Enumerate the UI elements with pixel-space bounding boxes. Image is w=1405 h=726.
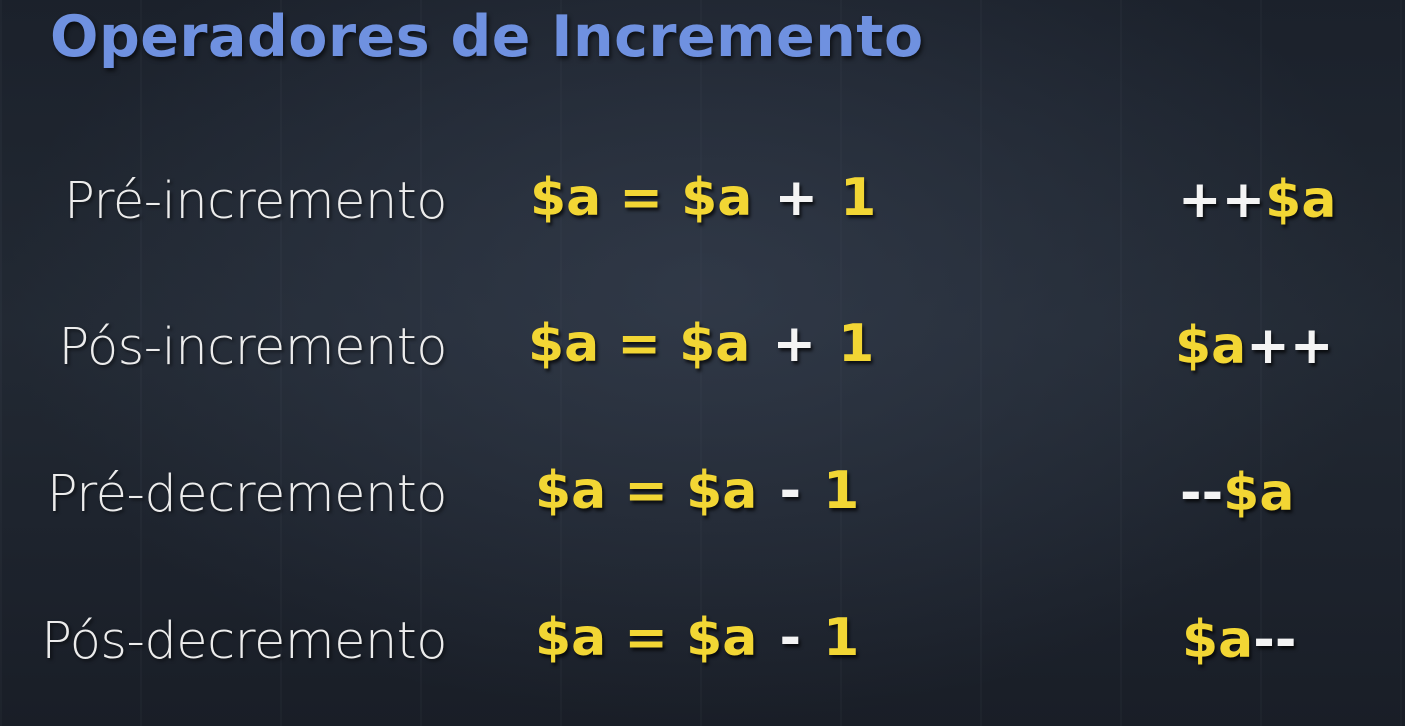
operator-formula: $a = $a - 1	[535, 461, 859, 521]
operator-formula: $a = $a + 1	[530, 168, 876, 228]
operator-formula: $a = $a + 1	[528, 314, 874, 374]
formula-var: $a	[679, 314, 751, 374]
formula-equals: =	[617, 314, 661, 374]
formula-lhs: $a	[535, 608, 607, 668]
notation-prefix: ++	[1178, 170, 1266, 230]
notation-suffix: ++	[1246, 316, 1334, 376]
operator-notation: $a--	[1182, 610, 1296, 670]
formula-var: $a	[686, 461, 758, 521]
operator-row-pre-increment: Pré-incremento $a = $a + 1 ++$a	[0, 162, 1405, 252]
formula-number: 1	[823, 461, 860, 521]
notation-var: $a	[1175, 316, 1247, 376]
notation-var: $a	[1182, 610, 1254, 670]
operator-notation: $a++	[1175, 316, 1333, 376]
formula-number: 1	[838, 314, 875, 374]
operator-row-post-decrement: Pós-decremento $a = $a - 1 $a--	[0, 602, 1405, 692]
formula-number: 1	[840, 168, 877, 228]
operator-notation: ++$a	[1178, 170, 1336, 230]
slide-title: Operadores de Incremento	[50, 4, 924, 70]
operator-label: Pós-decremento	[41, 612, 447, 671]
formula-equals: =	[624, 461, 668, 521]
operator-formula: $a = $a - 1	[535, 608, 859, 668]
notation-var: $a	[1265, 170, 1337, 230]
formula-operator: +	[774, 168, 819, 228]
operator-label: Pré-incremento	[64, 172, 447, 231]
formula-equals: =	[619, 168, 663, 228]
formula-var: $a	[686, 608, 758, 668]
operator-label: Pré-decremento	[46, 465, 448, 524]
formula-lhs: $a	[530, 168, 602, 228]
operator-notation: --$a	[1180, 463, 1294, 523]
formula-lhs: $a	[528, 314, 600, 374]
formula-number: 1	[823, 608, 860, 668]
formula-var: $a	[681, 168, 753, 228]
operator-row-pre-decrement: Pré-decremento $a = $a - 1 --$a	[0, 455, 1405, 545]
formula-equals: =	[624, 608, 668, 668]
formula-lhs: $a	[535, 461, 607, 521]
notation-suffix: --	[1253, 610, 1297, 670]
operator-row-post-increment: Pós-incremento $a = $a + 1 $a++	[0, 308, 1405, 398]
formula-operator: +	[772, 314, 817, 374]
notation-var: $a	[1223, 463, 1295, 523]
formula-operator: -	[779, 461, 802, 521]
formula-operator: -	[779, 608, 802, 668]
notation-prefix: --	[1180, 463, 1224, 523]
operator-label: Pós-incremento	[58, 318, 448, 377]
